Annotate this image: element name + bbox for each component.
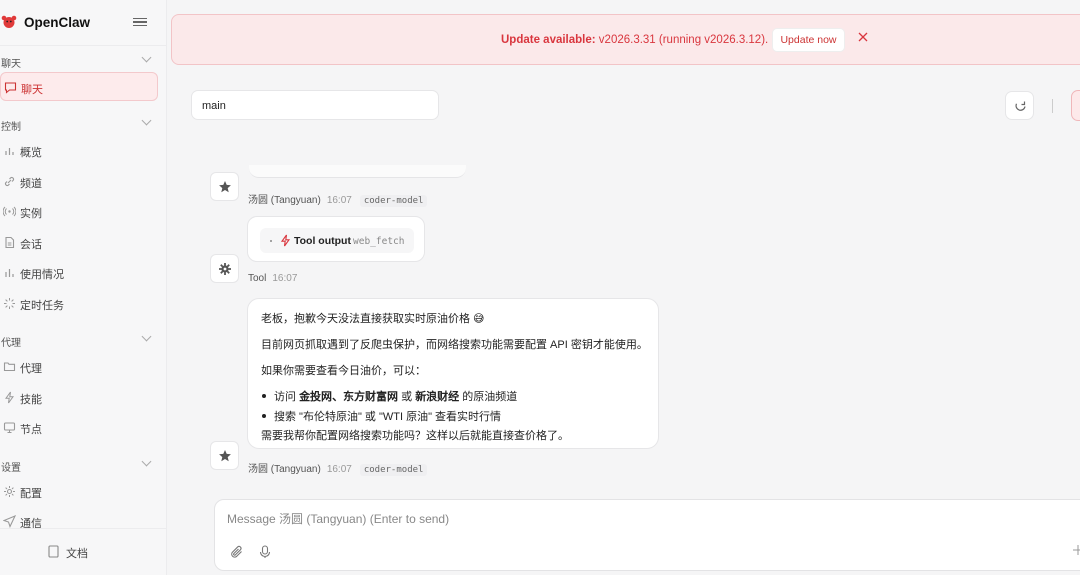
section-header-settings[interactable]: 设置 bbox=[0, 456, 160, 474]
docs-link[interactable]: 文档 bbox=[46, 543, 106, 561]
section-header-control[interactable]: 控制 bbox=[0, 115, 160, 133]
chevron-down-icon bbox=[141, 115, 152, 126]
loader-icon bbox=[4, 298, 15, 309]
toolbar-divider bbox=[1052, 99, 1053, 113]
microphone-icon[interactable] bbox=[259, 545, 271, 559]
broadcast-icon bbox=[3, 206, 16, 217]
close-icon[interactable] bbox=[857, 31, 869, 43]
tool-output-toggle[interactable]: Tool output web_fetch bbox=[260, 228, 414, 253]
assistant-avatar bbox=[210, 172, 239, 201]
send-icon bbox=[3, 515, 16, 528]
monitor-icon bbox=[3, 422, 16, 433]
star-icon bbox=[219, 450, 231, 462]
bolt-icon bbox=[5, 391, 14, 404]
toolbar-action-button[interactable] bbox=[1071, 90, 1080, 121]
assistant-avatar bbox=[210, 441, 239, 470]
sidebar-item-skills[interactable]: 技能 bbox=[0, 383, 158, 412]
update-banner: Update available: v2026.3.31 (running v2… bbox=[171, 14, 1080, 65]
document-icon bbox=[5, 236, 15, 249]
gear-icon bbox=[4, 486, 15, 497]
sidebar-item-agents[interactable]: 代理 bbox=[0, 352, 158, 381]
bolt-icon bbox=[280, 234, 291, 247]
bullet-item: 访问 金投网、东方财富网 或 新浪财经 的原油频道 bbox=[274, 391, 518, 403]
lobster-logo-icon bbox=[1, 15, 17, 28]
bullet-dot bbox=[262, 414, 266, 418]
update-banner-text: Update available: v2026.3.31 (running v2… bbox=[501, 34, 769, 46]
bullet-dot bbox=[262, 394, 266, 398]
message-input[interactable] bbox=[227, 509, 1047, 529]
section-header-chat[interactable]: 聊天 bbox=[0, 52, 160, 70]
app-title: OpenClaw bbox=[24, 15, 91, 30]
bar-chart-icon bbox=[5, 269, 14, 277]
sidebar-item-instances[interactable]: 实例 bbox=[0, 197, 158, 226]
message-composer bbox=[214, 499, 1080, 571]
sidebar-item-usage[interactable]: 使用情况 bbox=[0, 258, 158, 287]
sidebar-item-overview[interactable]: 概览 bbox=[0, 136, 158, 165]
section-header-agent[interactable]: 代理 bbox=[0, 331, 160, 349]
tool-output-card: Tool output web_fetch bbox=[247, 216, 425, 262]
bullet-item: 搜索 "布伦特原油" 或 "WTI 原油" 查看实时行情 bbox=[274, 411, 502, 423]
star-icon bbox=[219, 181, 231, 193]
bar-chart-icon bbox=[5, 148, 14, 155]
sidebar-item-channels[interactable]: 频道 bbox=[0, 167, 158, 196]
sidebar-item-sessions[interactable]: 会话 bbox=[0, 228, 158, 257]
tool-message-meta: Tool 16:07 bbox=[248, 273, 298, 284]
update-now-button[interactable]: Update now bbox=[772, 28, 845, 52]
sidebar: OpenClaw 聊天 聊天 控制 概览 频道 实例 会话 使用情况 定时任务 bbox=[0, 0, 167, 575]
tool-avatar bbox=[210, 254, 239, 283]
link-icon bbox=[4, 176, 15, 187]
book-icon bbox=[48, 545, 59, 558]
gear-icon bbox=[219, 263, 231, 275]
chat-bubble-icon bbox=[4, 82, 17, 94]
sidebar-item-comms[interactable]: 通信 bbox=[0, 507, 158, 536]
sidebar-item-config[interactable]: 配置 bbox=[0, 477, 158, 506]
plus-icon[interactable] bbox=[1073, 545, 1080, 555]
chevron-down-icon bbox=[141, 52, 152, 63]
assistant-message-bubble: 老板，抱歉今天没法直接获取实时原油价格 😅 目前网页抓取遇到了反爬虫保护，而网络… bbox=[247, 298, 659, 449]
message-meta: 汤圆 (Tangyuan) 16:07 coder-model bbox=[248, 191, 428, 207]
collapse-dot-icon bbox=[270, 240, 272, 242]
previous-message-bubble bbox=[249, 165, 466, 178]
refresh-button[interactable] bbox=[1005, 91, 1034, 120]
message-meta: 汤圆 (Tangyuan) 16:07 coder-model bbox=[248, 460, 428, 476]
chevron-down-icon bbox=[141, 331, 152, 342]
folder-icon bbox=[3, 362, 16, 372]
session-selector[interactable]: main bbox=[191, 90, 439, 120]
chevron-down-icon bbox=[141, 456, 152, 467]
sidebar-item-chat[interactable]: 聊天 bbox=[0, 72, 158, 101]
sidebar-item-cron[interactable]: 定时任务 bbox=[0, 289, 158, 318]
sidebar-item-nodes[interactable]: 节点 bbox=[0, 413, 158, 442]
refresh-icon bbox=[1015, 101, 1026, 111]
brand-header: OpenClaw bbox=[0, 0, 167, 46]
hamburger-menu-icon[interactable] bbox=[133, 15, 147, 29]
sidebar-divider bbox=[0, 528, 167, 529]
paperclip-icon[interactable] bbox=[230, 545, 244, 559]
